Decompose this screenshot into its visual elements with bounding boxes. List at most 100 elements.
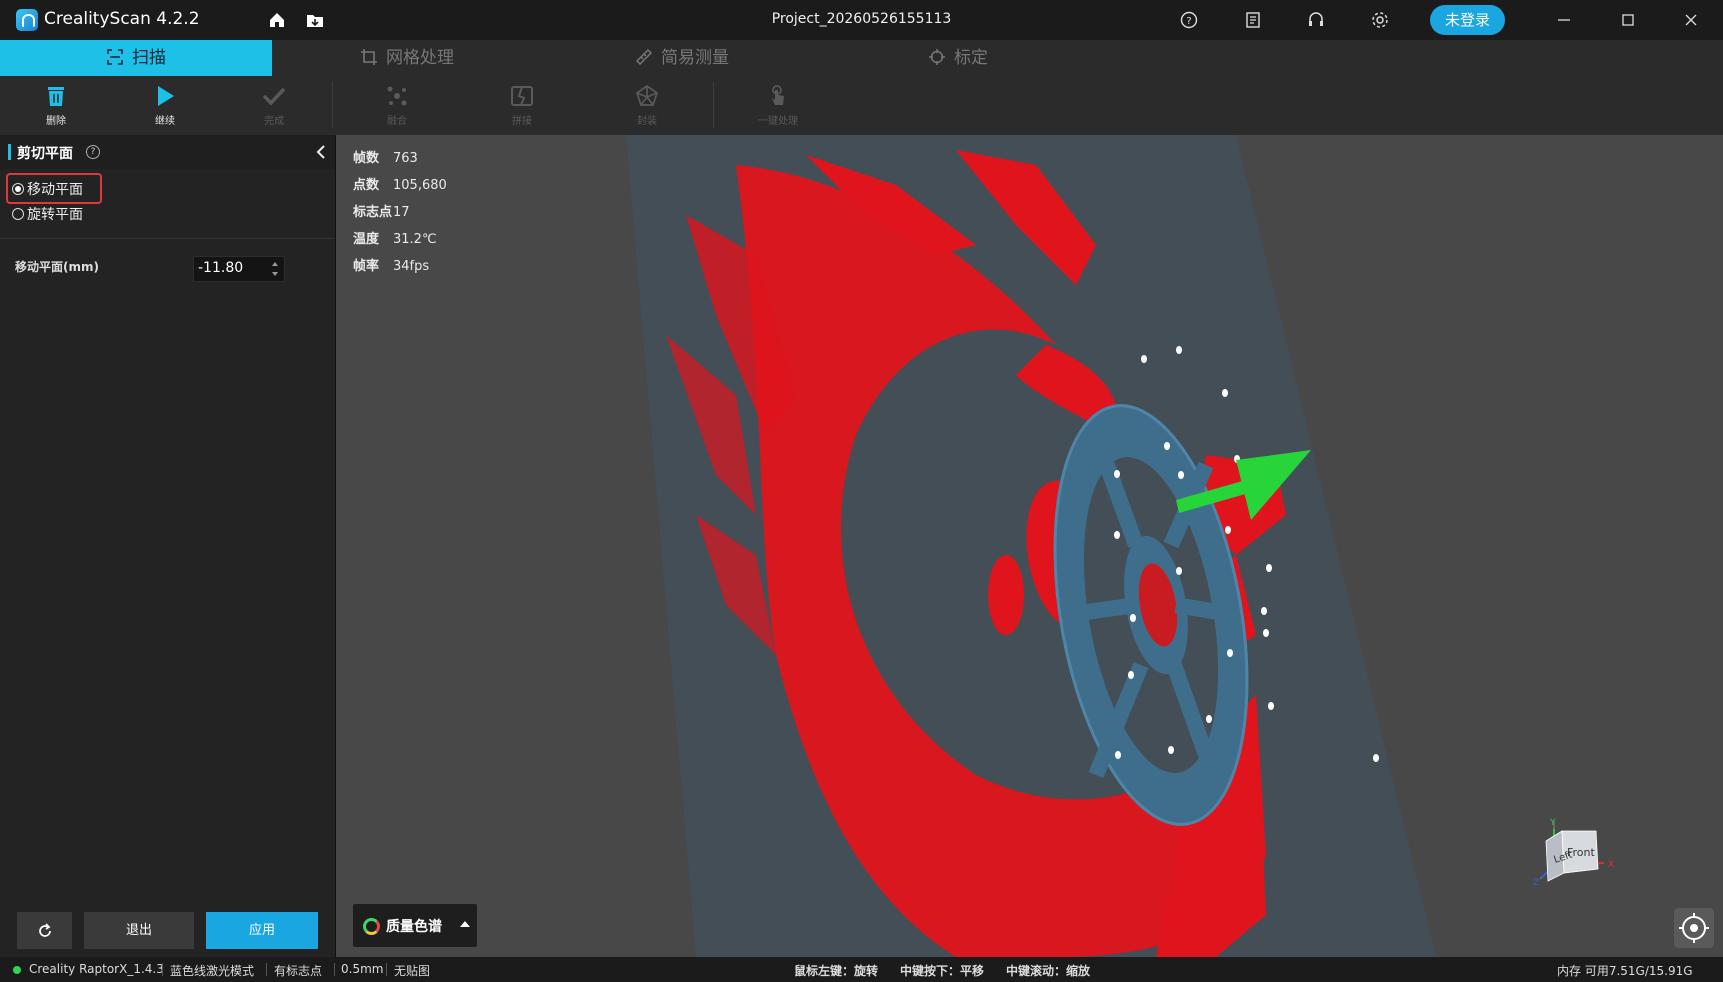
- tab-mesh-label: 网格处理: [386, 48, 454, 68]
- mesh-button[interactable]: 封装: [617, 84, 677, 127]
- status-resolution: 0.5mm: [341, 962, 384, 976]
- login-button[interactable]: 未登录: [1430, 5, 1505, 35]
- quality-colormap-button[interactable]: 质量色谱: [353, 904, 477, 947]
- hint-rotate: 鼠标左键：旋转: [794, 964, 879, 978]
- fuse-button[interactable]: 融合: [367, 84, 427, 127]
- panel-help-icon[interactable]: ?: [86, 145, 100, 159]
- mode-tabs: 扫描 网格处理 简易测量 标定: [0, 40, 1723, 76]
- color-ring-icon: [363, 918, 380, 935]
- header-accent-bar: [8, 144, 11, 160]
- scan-frame-icon: [107, 49, 123, 65]
- tab-mesh[interactable]: 网格处理: [360, 40, 454, 76]
- clip-plane-panel: 剪切平面 ? 移动平面 旋转平面 移动平面(mm) -11.80 退出 应用: [0, 135, 336, 957]
- radio-rotate-plane-label: 旋转平面: [27, 207, 83, 223]
- axis-y-label: Y: [1549, 818, 1556, 828]
- one-click-label: 一键处理: [758, 116, 798, 127]
- locate-icon: [1679, 913, 1709, 943]
- 3d-viewport[interactable]: 帧数 763 点数 105,680 标志点17 温度 31.2℃ 帧率 34fps 质量…: [336, 135, 1723, 957]
- stat-frames-value: 763: [393, 151, 418, 166]
- app-title: CrealityScan 4.2.2: [44, 9, 200, 29]
- panel-header: 剪切平面 ?: [0, 135, 335, 169]
- hint-pan: 中键按下：平移: [900, 964, 985, 978]
- help-icon[interactable]: ?: [1179, 10, 1199, 30]
- stat-points-key: 点数: [353, 178, 380, 193]
- fuse-icon: [387, 86, 407, 106]
- scan-stats: 帧数 763 点数 105,680 标志点17 温度 31.2℃ 帧率 34fps: [353, 147, 447, 282]
- caret-up-icon: [460, 921, 470, 927]
- mesh-icon: [635, 84, 659, 106]
- viewcube-front-label: Front: [1567, 846, 1596, 859]
- connection-status-icon: [13, 966, 21, 974]
- radio-unselected-icon: [12, 208, 24, 220]
- stitch-label: 拼接: [512, 116, 532, 127]
- stat-framerate: 帧率 34fps: [353, 255, 447, 282]
- axis-x-label: X: [1608, 860, 1614, 870]
- stitch-button[interactable]: 拼接: [492, 84, 552, 127]
- exit-button[interactable]: 退出: [84, 912, 194, 949]
- status-bar: Creality RaptorX_1.4.3 蓝色线激光模式 有标志点 0.5m…: [0, 957, 1723, 982]
- panel-divider: [0, 238, 335, 239]
- settings-gear-icon[interactable]: [1370, 10, 1390, 30]
- stat-points: 点数 105,680: [353, 174, 447, 201]
- delete-button[interactable]: 删除: [26, 84, 86, 127]
- fuse-label: 融合: [387, 116, 407, 127]
- tab-calibrate[interactable]: 标定: [928, 40, 988, 76]
- tab-scan[interactable]: 扫描: [0, 40, 272, 76]
- status-divider: [162, 963, 163, 976]
- tab-measure[interactable]: 简易测量: [635, 40, 729, 76]
- home-icon[interactable]: [267, 10, 287, 30]
- quality-colormap-label: 质量色谱: [386, 919, 442, 935]
- move-plane-field-label: 移动平面(mm): [15, 260, 99, 274]
- trash-icon: [48, 87, 64, 106]
- minimize-icon[interactable]: [1552, 9, 1576, 31]
- stat-framerate-value: 34fps: [393, 259, 430, 274]
- collapse-panel-icon[interactable]: [313, 144, 329, 160]
- target-icon: [929, 49, 945, 65]
- hint-zoom: 中键滚动：缩放: [1006, 964, 1091, 978]
- refresh-icon: [38, 923, 51, 937]
- support-headset-icon[interactable]: [1306, 10, 1326, 30]
- tab-measure-label: 简易测量: [661, 48, 729, 68]
- toolbar-divider: [713, 82, 714, 128]
- spin-down-icon[interactable]: [272, 272, 278, 276]
- stat-markers-key: 标志点: [353, 205, 393, 220]
- highlight-box: [6, 173, 102, 204]
- move-plane-spinbox[interactable]: -11.80: [193, 256, 285, 282]
- apply-button[interactable]: 应用: [206, 912, 318, 949]
- continue-button[interactable]: 继续: [135, 84, 195, 127]
- tab-scan-label: 扫描: [132, 48, 166, 68]
- one-click-button[interactable]: 一键处理: [748, 84, 808, 127]
- toolbar-divider: [332, 82, 333, 128]
- finish-button[interactable]: 完成: [244, 84, 304, 127]
- stat-markers: 标志点17: [353, 201, 447, 228]
- spin-up-icon[interactable]: [272, 262, 278, 266]
- radio-rotate-plane[interactable]: 旋转平面: [12, 204, 83, 224]
- status-texture: 无贴图: [394, 964, 431, 978]
- status-divider: [334, 963, 335, 976]
- stat-frames: 帧数 763: [353, 147, 447, 174]
- reset-view-button[interactable]: [1674, 908, 1714, 948]
- panel-title: 剪切平面: [17, 146, 73, 162]
- stat-points-value: 105,680: [393, 178, 447, 193]
- stat-temperature: 温度 31.2℃: [353, 228, 447, 255]
- move-plane-value[interactable]: -11.80: [198, 260, 243, 276]
- continue-label: 继续: [155, 116, 175, 127]
- status-markers: 有标志点: [274, 964, 323, 978]
- view-cube[interactable]: Left Front Y X Z: [1532, 811, 1652, 921]
- maximize-icon[interactable]: [1616, 9, 1640, 31]
- ruler-icon: [635, 48, 653, 66]
- open-folder-icon[interactable]: [305, 10, 325, 30]
- delete-label: 删除: [46, 116, 66, 127]
- crop-icon: [361, 49, 377, 65]
- svg-text:?: ?: [1186, 16, 1191, 27]
- close-icon[interactable]: [1679, 9, 1703, 31]
- tab-calibrate-label: 标定: [954, 48, 988, 68]
- one-click-icon: [772, 85, 784, 105]
- notes-icon[interactable]: [1243, 10, 1263, 30]
- reset-button[interactable]: [17, 912, 72, 949]
- stat-temperature-value: 31.2℃: [393, 232, 437, 247]
- status-device: Creality RaptorX_1.4.3: [29, 962, 164, 976]
- status-memory: 内存 可用7.51G/15.91G: [1557, 964, 1693, 978]
- app-logo-icon: [16, 9, 38, 31]
- toolbar: 删除 继续 完成 融合 拼接 封装 一键处理: [0, 76, 1723, 135]
